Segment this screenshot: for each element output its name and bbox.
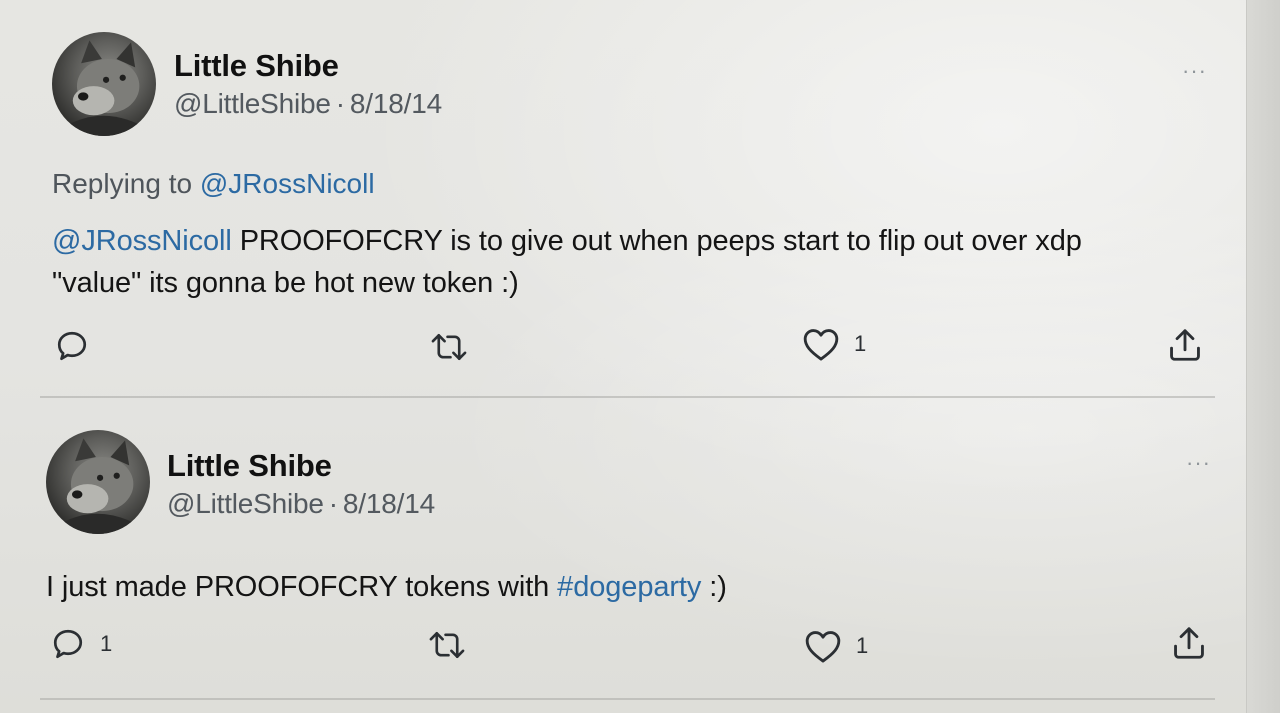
retweet-button[interactable] bbox=[430, 330, 482, 364]
share-button[interactable] bbox=[1170, 624, 1222, 662]
author-name[interactable]: Little Shibe bbox=[167, 448, 332, 484]
reply-icon bbox=[53, 629, 83, 659]
reply-icon bbox=[57, 331, 87, 361]
heart-icon bbox=[805, 631, 841, 663]
tweet-text-part: I just made PROOFOFCRY tokens with bbox=[46, 571, 550, 603]
author-name[interactable]: Little Shibe bbox=[174, 48, 339, 84]
like-button[interactable]: 1 bbox=[804, 628, 868, 664]
tweet-text-line-1: @JRossNicoll PROOFOFCRY is to give out w… bbox=[52, 220, 1212, 262]
like-count: 1 bbox=[856, 633, 869, 658]
tweet-text: I just made PROOFOFCRY tokens with #doge… bbox=[46, 566, 1206, 608]
more-horizontal-icon[interactable]: ··· bbox=[1186, 450, 1211, 476]
more-horizontal-icon[interactable]: ··· bbox=[1182, 58, 1207, 84]
author-handle-line: @LittleShibe · 8/18/14 bbox=[167, 488, 435, 520]
author-handle-line: @LittleShibe · 8/18/14 bbox=[174, 88, 442, 120]
reply-button[interactable] bbox=[54, 328, 104, 364]
tweet-text-part: PROOFOFCRY is to give out when peeps sta… bbox=[239, 225, 1082, 257]
tweet-text: @JRossNicoll PROOFOFCRY is to give out w… bbox=[52, 220, 1212, 304]
avatar[interactable] bbox=[52, 32, 156, 136]
timeline: Little Shibe @LittleShibe · 8/18/14 ··· Re… bbox=[0, 0, 1280, 713]
tweet[interactable]: Little Shibe @LittleShibe · 8/18/14 ··· Re… bbox=[0, 0, 1246, 398]
replying-to-link[interactable]: @JRossNicoll bbox=[200, 168, 375, 199]
tweet-divider bbox=[40, 698, 1215, 700]
tweet-date[interactable]: 8/18/14 bbox=[343, 488, 435, 519]
separator-dot: · bbox=[328, 488, 338, 519]
retweet-button[interactable] bbox=[428, 628, 480, 662]
retweet-icon bbox=[431, 333, 467, 361]
share-icon bbox=[1170, 329, 1200, 361]
tweet-date[interactable]: 8/18/14 bbox=[350, 88, 442, 119]
like-button[interactable]: 1 bbox=[802, 326, 866, 362]
retweet-icon bbox=[429, 631, 465, 659]
reply-button[interactable]: 1 bbox=[50, 626, 112, 662]
heart-icon bbox=[803, 329, 839, 361]
screen-bezel-edge bbox=[1246, 0, 1280, 713]
avatar-image bbox=[60, 438, 140, 534]
tweet-text-line-2: "value" its gonna be hot new token :) bbox=[52, 267, 519, 299]
mention-link[interactable]: @JRossNicoll bbox=[52, 225, 232, 257]
replying-to: Replying to @JRossNicoll bbox=[52, 168, 375, 200]
share-icon bbox=[1174, 627, 1204, 659]
tweet[interactable]: Little Shibe @LittleShibe · 8/18/14 ··· I … bbox=[0, 398, 1246, 698]
avatar-image bbox=[66, 40, 146, 136]
replying-prefix: Replying to bbox=[52, 168, 193, 199]
reply-count: 1 bbox=[100, 631, 113, 656]
avatar[interactable] bbox=[46, 430, 150, 534]
hashtag-link[interactable]: #dogeparty bbox=[557, 571, 701, 603]
author-handle[interactable]: @LittleShibe bbox=[167, 488, 324, 519]
share-button[interactable] bbox=[1166, 326, 1218, 364]
like-count: 1 bbox=[854, 331, 867, 356]
tweet-text-part: :) bbox=[709, 571, 727, 603]
separator-dot: · bbox=[335, 88, 345, 119]
author-handle[interactable]: @LittleShibe bbox=[174, 88, 331, 119]
